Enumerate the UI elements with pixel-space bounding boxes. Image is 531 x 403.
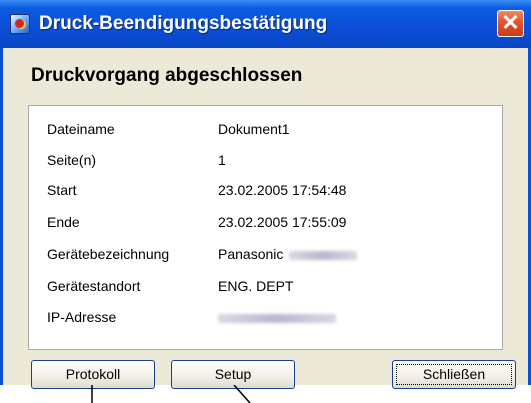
detail-value: 23.02.2005 17:54:48 xyxy=(218,182,347,198)
detail-label: Dateiname xyxy=(47,121,115,137)
printer-app-icon xyxy=(10,14,30,34)
detail-value-wrap: Panasonic xyxy=(218,246,358,262)
detail-value: 23.02.2005 17:55:09 xyxy=(218,214,347,230)
setup-callout-line xyxy=(233,385,251,403)
detail-value: ENG. DEPT xyxy=(218,278,294,294)
page-title: Druckvorgang abgeschlossen xyxy=(31,65,303,86)
detail-value: Panasonic xyxy=(218,246,284,262)
detail-value-wrap xyxy=(218,309,336,325)
close-button[interactable]: ✕ xyxy=(497,10,524,37)
title-bar[interactable]: Druck-Beendigungsbestätigung ✕ xyxy=(0,0,531,48)
schliessen-label: Schließen xyxy=(396,364,512,385)
detail-label: Start xyxy=(47,182,77,198)
details-panel: Dateiname Dokument1 Seite(n) 1 Start 23.… xyxy=(28,105,503,350)
detail-label: Gerätebezeichnung xyxy=(47,246,170,262)
detail-label: Seite(n) xyxy=(47,152,97,168)
detail-label: Ende xyxy=(47,214,80,230)
detail-label: Gerätestandort xyxy=(47,278,141,294)
redacted-ip xyxy=(218,313,336,323)
detail-label: IP-Adresse xyxy=(47,309,117,325)
detail-value: 1 xyxy=(218,152,226,168)
close-icon: ✕ xyxy=(501,10,520,35)
detail-value: Dokument1 xyxy=(218,121,290,137)
callout-lines xyxy=(91,385,251,403)
window-title: Druck-Beendigungsbestätigung xyxy=(39,13,328,34)
redacted-model xyxy=(289,250,358,260)
